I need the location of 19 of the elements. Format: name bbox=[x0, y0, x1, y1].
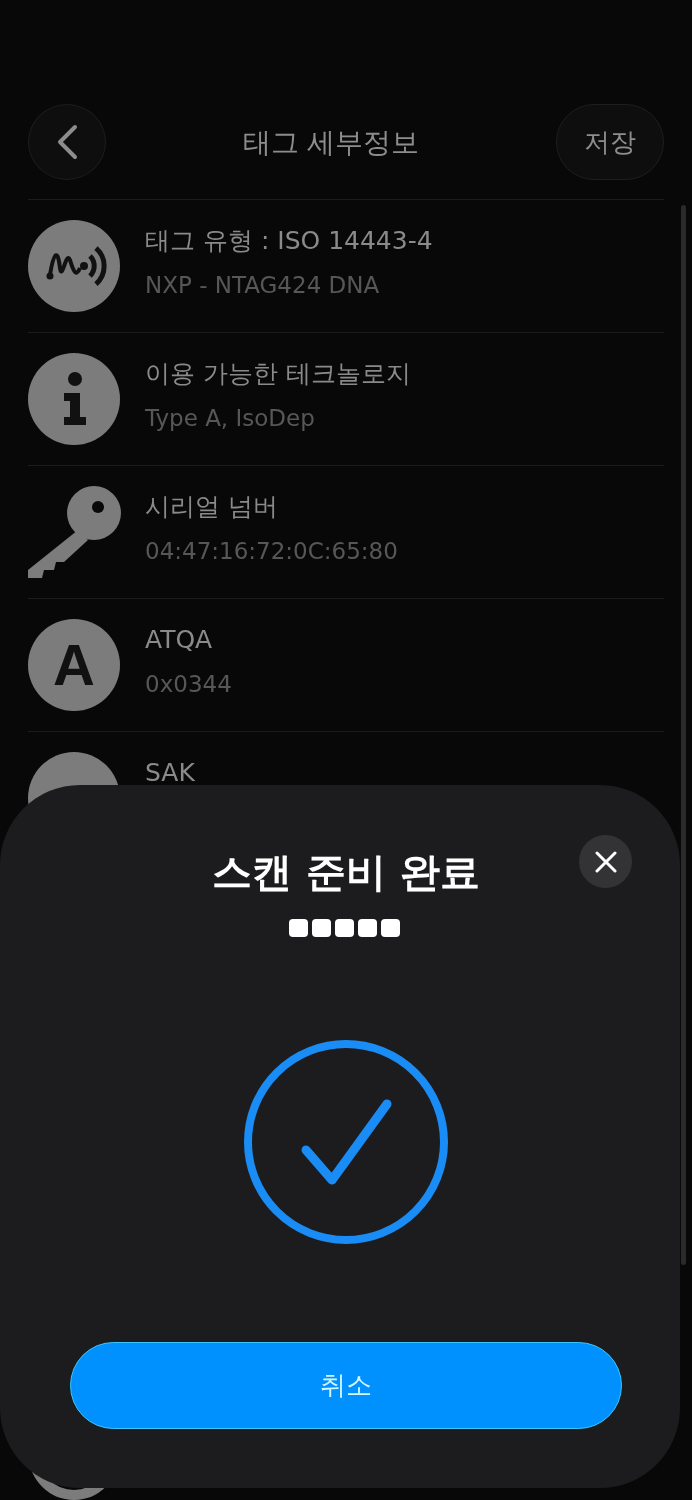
detail-value: NXP - NTAG424 DNA bbox=[145, 271, 381, 300]
close-icon bbox=[594, 850, 617, 873]
info-icon bbox=[28, 353, 121, 446]
detail-label: 태그 유형 : ISO 14443-4 bbox=[145, 226, 433, 256]
detail-label: SAK bbox=[145, 758, 195, 788]
detail-label: ATQA bbox=[145, 625, 214, 655]
detail-value: 0x0344 bbox=[145, 670, 232, 699]
page-title: 태그 세부정보 bbox=[242, 125, 420, 161]
sheet-title: 스캔 준비 완료 bbox=[211, 848, 481, 897]
letter-icon: A bbox=[28, 619, 121, 712]
back-icon bbox=[56, 124, 78, 160]
save-button[interactable]: 저장 bbox=[556, 104, 664, 180]
detail-label: 이용 가능한 테크놀로지 bbox=[145, 359, 411, 389]
detail-value: 04:47:16:72:0C:65:80 bbox=[145, 537, 398, 566]
detail-label: 시리얼 넘버 bbox=[145, 492, 279, 522]
detail-value: Type A, IsoDep bbox=[145, 404, 316, 433]
nfc-wave-icon bbox=[28, 220, 121, 313]
key-icon bbox=[28, 486, 121, 579]
checkmark-circle-icon bbox=[242, 1038, 450, 1246]
